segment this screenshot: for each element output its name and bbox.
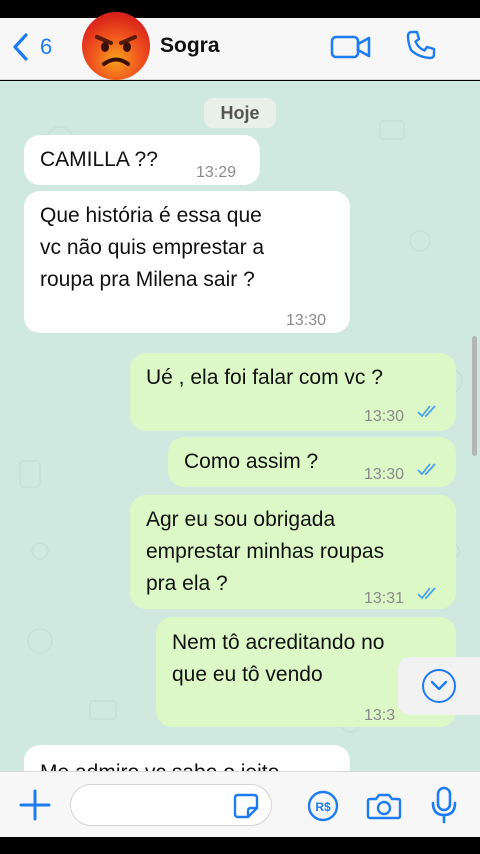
svg-text:R$: R$ (315, 800, 331, 814)
message-text: roupa pra Milena sair ? (40, 268, 255, 291)
home-indicator-area (0, 837, 480, 854)
message-time: 13:30 (364, 466, 405, 483)
phone-icon[interactable] (404, 28, 438, 62)
contact-name[interactable]: Sogra (160, 34, 220, 58)
message-text: Que história é essa que (40, 204, 262, 227)
message-time: 13:31 (364, 590, 405, 607)
message-text: Como assim ? (184, 450, 319, 473)
message-time: 13:3 (364, 707, 396, 724)
video-call-icon[interactable] (330, 32, 372, 62)
microphone-icon[interactable] (430, 786, 458, 824)
read-receipt-icon (417, 587, 436, 600)
message-text: Me admiro vc sabe o jeito (40, 757, 279, 771)
read-receipt-icon (417, 405, 436, 418)
scroll-indicator[interactable] (472, 336, 477, 456)
message-time: 13:30 (364, 408, 405, 425)
message-outgoing[interactable]: Agr eu sou obrigada emprestar minhas rou… (130, 495, 456, 609)
scroll-to-bottom-button[interactable] (398, 657, 480, 715)
message-incoming[interactable]: CAMILLA ?? 13:29 (24, 135, 260, 185)
message-text: Agr eu sou obrigada (146, 508, 336, 531)
message-text: vc não quis emprestar a (40, 236, 265, 259)
chat-header: 6 Sogra (0, 12, 480, 80)
message-time: 13:30 (286, 312, 327, 329)
sticker-icon[interactable] (232, 792, 260, 820)
chevron-down-icon (422, 669, 456, 703)
back-button[interactable]: 6 (10, 32, 52, 62)
avatar[interactable] (80, 10, 152, 82)
date-chip: Hoje (204, 98, 276, 128)
message-outgoing[interactable]: Ué , ela foi falar com vc ? 13:30 (130, 353, 456, 431)
unread-count: 6 (40, 34, 53, 59)
message-incoming[interactable]: Que história é essa que vc não quis empr… (24, 191, 350, 333)
message-text: Nem tô acreditando no (172, 631, 385, 654)
message-text: emprestar minhas roupas (146, 540, 385, 563)
message-text: que eu tô vendo (172, 663, 323, 686)
chat-area[interactable]: Hoje CAMILLA ?? 13:29 Que história é ess… (0, 81, 480, 771)
read-receipt-icon (417, 463, 436, 476)
message-time: 13:29 (196, 164, 237, 181)
message-text: Ué , ela foi falar com vc ? (146, 366, 383, 389)
composer-bar: R$ (0, 771, 480, 837)
camera-icon[interactable] (366, 791, 402, 821)
chevron-left-icon (13, 33, 28, 61)
payment-icon[interactable]: R$ (307, 790, 339, 822)
message-outgoing[interactable]: Como assim ? 13:30 (168, 437, 456, 487)
message-incoming[interactable]: Me admiro vc sabe o jeito (24, 745, 350, 771)
message-text: pra ela ? (146, 572, 228, 595)
status-bar (0, 0, 480, 18)
message-text: CAMILLA ?? (40, 148, 158, 171)
plus-icon[interactable] (18, 788, 52, 822)
angry-face-icon (82, 12, 150, 80)
